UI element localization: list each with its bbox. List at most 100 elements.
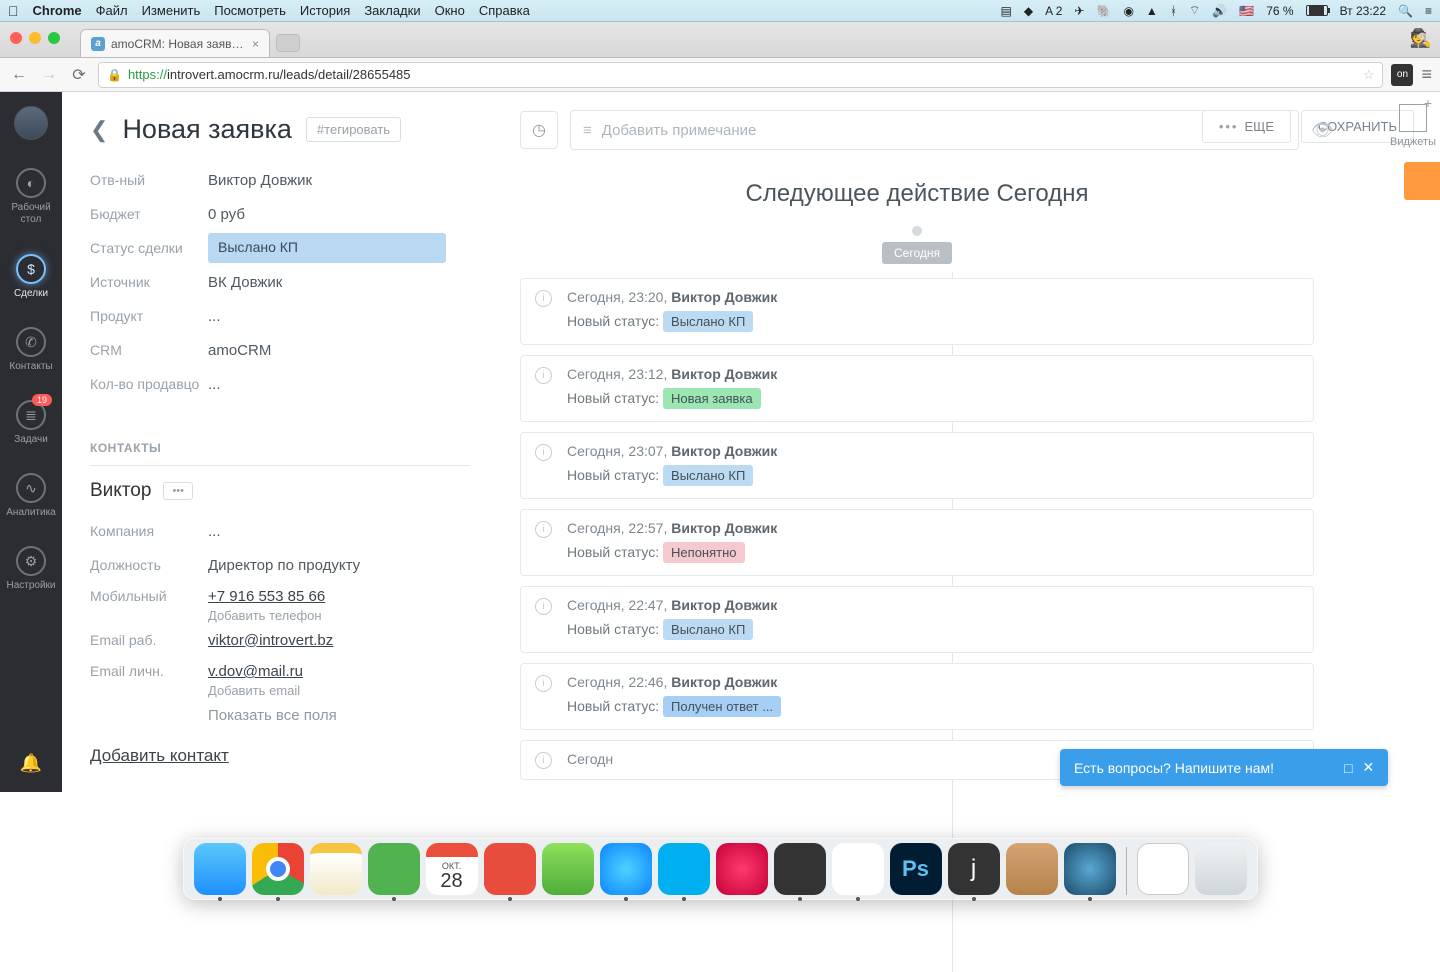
dock-leaf-icon[interactable] [542,843,594,895]
battery-icon[interactable] [1306,5,1328,16]
nav-tasks[interactable]: 19 ≣ Задачи [0,390,62,455]
show-all-fields-link[interactable]: Показать все поля [208,707,490,724]
bluetooth-icon[interactable]: ᚼ [1170,4,1177,18]
dock-app-icon[interactable] [774,843,826,895]
dock-itunes-icon[interactable] [716,843,768,895]
wifi-icon[interactable]: ⌔ [1189,3,1200,18]
timeline-event[interactable]: iСегодня, 22:46, Виктор ДовжикНовый стат… [520,663,1314,730]
chat-expand-icon[interactable]: □ [1344,760,1352,776]
contact-more-button[interactable]: ••• [163,482,193,500]
personal-email-link[interactable]: v.dov@mail.ru [208,663,303,680]
dock-evernote-icon[interactable] [368,843,420,895]
timeline-event[interactable]: iСегодня, 23:07, Виктор ДовжикНовый стат… [520,432,1314,499]
gdrive-tray-icon[interactable]: ▲ [1146,4,1158,18]
reload-button[interactable]: ⟳ [68,65,90,85]
chrome-menu-icon[interactable]: ≡ [1421,64,1432,85]
dock-chrome-icon[interactable] [252,843,304,895]
dock-contacts-icon[interactable] [1006,843,1058,895]
bookmark-star-icon[interactable]: ☆ [1363,67,1375,83]
support-chat-widget[interactable]: Есть вопросы? Напишите нам! □ ✕ [1060,749,1388,786]
timeline-event[interactable]: iСегодня, 22:57, Виктор ДовжикНовый стат… [520,509,1314,576]
source-value[interactable]: ВК Довжик [208,274,490,291]
budget-value[interactable]: 0 руб [208,206,490,223]
nav-settings[interactable]: ⚙ Настройки [0,536,62,601]
adobe-cc-icon[interactable]: A 2 [1045,4,1062,18]
dock-calendar-icon[interactable]: ОКТ.28 [426,843,478,895]
product-value[interactable]: ... [208,308,490,325]
mobile-phone-link[interactable]: +7 916 553 85 66 [208,588,325,605]
volume-icon[interactable]: 🔊 [1212,4,1227,18]
add-phone-link[interactable]: Добавить телефон [208,608,490,623]
add-note-input[interactable]: ≡ Добавить примечание [570,110,1299,150]
menubar-item-window[interactable]: Окно [435,3,465,18]
position-value[interactable]: Директор по продукту [208,557,490,574]
visibility-toggle-icon[interactable]: 👁 [1311,120,1334,141]
event-author: Виктор Довжик [671,366,777,382]
spotlight-icon[interactable]: 🔍 [1398,4,1413,18]
menubar-item-edit[interactable]: Изменить [142,3,201,18]
sellers-value[interactable]: ... [208,376,490,393]
work-email-link[interactable]: viktor@introvert.bz [208,632,333,649]
chat-close-icon[interactable]: ✕ [1363,759,1375,776]
menubar-item-help[interactable]: Справка [479,3,530,18]
dock-notes-icon[interactable] [310,843,362,895]
nav-contacts[interactable]: ✆ Контакты [0,317,62,382]
tray-icon[interactable]: ◆ [1024,4,1033,18]
user-avatar[interactable] [14,106,48,140]
dock-messages-icon[interactable] [600,843,652,895]
back-chevron-icon[interactable]: ❮ [90,117,108,143]
notifications-bell-icon[interactable]: 🔔 [20,753,42,774]
dock-skype-icon[interactable] [658,843,710,895]
tab-close-icon[interactable]: × [252,37,259,51]
clock[interactable]: Вт 23:22 [1340,4,1386,18]
menubar-item-view[interactable]: Посмотреть [214,3,286,18]
browser-tab[interactable]: a amoCRM: Новая заявка, ... × [80,29,270,57]
timeline-filter-button[interactable]: ◷ [520,111,558,149]
page-title[interactable]: Новая заявка [122,114,291,145]
evernote-tray-icon[interactable]: 🐘 [1096,4,1111,18]
field-label: Отв-ный [90,172,208,188]
company-value[interactable]: ... [208,523,490,540]
timeline-event[interactable]: iСегодня, 23:20, Виктор ДовжикНовый стат… [520,278,1314,345]
address-bar[interactable]: 🔒 https://introvert.amocrm.ru/leads/deta… [98,62,1383,88]
deal-status-select[interactable]: Выслано КП [208,233,446,263]
timeline-event[interactable]: iСегодня, 22:47, Виктор ДовжикНовый стат… [520,586,1314,653]
tray-icon[interactable]: ◉ [1123,4,1133,18]
timeline-event[interactable]: iСегодня, 23:12, Виктор ДовжикНовый стат… [520,355,1314,422]
new-tab-button[interactable] [276,34,300,52]
dock-photoshop-icon[interactable]: Ps [890,843,942,895]
menubar-item-history[interactable]: История [300,3,350,18]
menubar-item-file[interactable]: Файл [96,3,128,18]
crm-value[interactable]: amoCRM [208,342,490,359]
tray-icon[interactable]: ✈ [1074,4,1084,18]
status-label: Новый статус: [567,544,663,560]
dock-document-icon[interactable] [1137,843,1189,895]
tasks-badge: 19 [32,394,52,406]
contact-name[interactable]: Виктор [90,480,151,502]
dock-teamviewer-icon[interactable] [832,843,884,895]
back-button[interactable]: ← [8,66,30,84]
apple-logo-icon[interactable] [8,3,19,19]
dock-app-icon[interactable]: j [948,843,1000,895]
tag-button[interactable]: #тегировать [306,117,401,142]
window-zoom-button[interactable] [48,32,60,44]
dock-quicktime-icon[interactable] [1064,843,1116,895]
nav-dashboard[interactable]: ◐ Рабочий стол [0,158,62,236]
nav-deals[interactable]: $ Сделки [0,244,62,309]
nav-label: Задачи [14,434,48,445]
add-email-link[interactable]: Добавить email [208,683,490,698]
keyboard-layout-icon[interactable]: 🇺🇸 [1239,4,1254,18]
add-contact-link[interactable]: Добавить контакт [90,746,229,766]
dock-trash-icon[interactable] [1195,843,1247,895]
notification-center-icon[interactable]: ≡ [1425,4,1432,18]
window-minimize-button[interactable] [29,32,41,44]
menubar-item-bookmarks[interactable]: Закладки [364,3,420,18]
menubar-app-name[interactable]: Chrome [33,3,82,18]
dock-wunderlist-icon[interactable] [484,843,536,895]
dock-finder-icon[interactable] [194,843,246,895]
extension-icon[interactable]: on [1391,64,1413,86]
nav-analytics[interactable]: ∿ Аналитика [0,463,62,528]
window-close-button[interactable] [10,32,22,44]
tray-icon[interactable]: ▤ [1000,4,1011,18]
responsible-value[interactable]: Виктор Довжик [208,172,490,189]
